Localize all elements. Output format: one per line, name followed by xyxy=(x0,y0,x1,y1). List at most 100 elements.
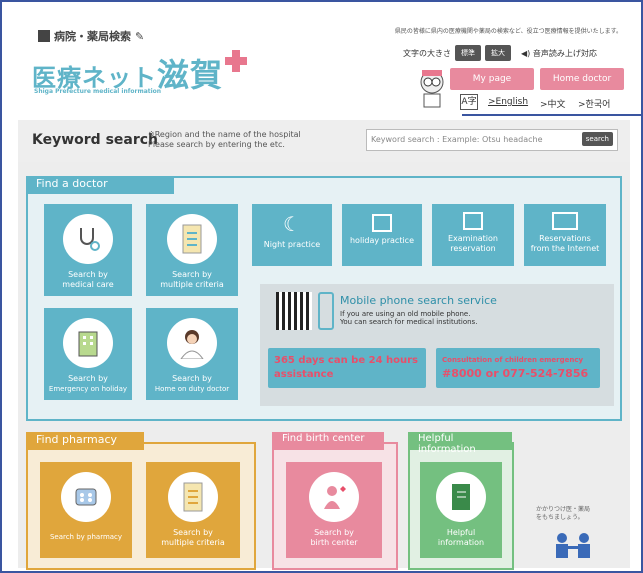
logo-big: 滋賀 xyxy=(157,56,224,94)
book-icon xyxy=(436,472,486,522)
search-by-multiple-criteria-tile[interactable]: Search by multiple criteria xyxy=(146,204,238,296)
tile-label: Search by pharmacy xyxy=(49,533,123,541)
monitor-icon xyxy=(552,212,578,230)
plus-icon xyxy=(225,50,248,72)
search-input[interactable]: Keyword search : Example: Otsu headache xyxy=(366,129,618,151)
search-by-birth-center-tile[interactable]: Search by birth center xyxy=(286,462,382,558)
side-text-line2: をもちましょう。 xyxy=(536,514,584,521)
calendar-check-icon xyxy=(372,214,392,232)
tile-label-line2: multiple criteria xyxy=(161,538,225,547)
tile-label: Night practice xyxy=(263,240,321,249)
tile-label: Reservations from the Internet xyxy=(531,234,600,254)
stethoscope-icon xyxy=(63,214,113,264)
search-by-home-duty-doctor-tile[interactable]: Search by Home on duty doctor xyxy=(146,308,238,400)
lang-chinese-link[interactable]: >中文 xyxy=(540,97,566,110)
alert2-line1: Consultation of children emergency xyxy=(442,356,584,364)
checklist-icon xyxy=(167,214,217,264)
doctor-icon xyxy=(167,318,217,368)
search-by-pharmacy-tile[interactable]: Search by pharmacy xyxy=(40,462,132,558)
tile-label-line2: multiple criteria xyxy=(160,280,224,289)
find-birth-center-tab: Find birth center xyxy=(272,432,384,450)
tile-label-line1: Search by xyxy=(173,528,213,537)
page: 病院・薬局検索 ✎ 医療ネット滋賀 Shiga Prefecture medic… xyxy=(18,8,643,570)
search-by-emergency-holiday-tile[interactable]: Search by Emergency on holiday xyxy=(44,308,132,400)
tile-label-line1: Search by xyxy=(68,270,108,279)
qr-code-icon xyxy=(276,292,312,330)
keyword-search-title: Keyword search xyxy=(32,132,159,148)
find-doctor-tab: Find a doctor xyxy=(26,176,174,194)
24h-assistance-banner[interactable]: 365 days can be 24 hours assistance xyxy=(268,348,426,388)
my-page-button[interactable]: My page xyxy=(450,68,534,90)
tile-label: Search by Home on duty doctor xyxy=(155,374,229,394)
building-icon xyxy=(38,30,50,42)
family-doctor-note: かかりつけ医・薬局 をもちましょう。 xyxy=(536,506,590,522)
tile-label: Helpful information xyxy=(438,528,484,548)
tile-label-line1: Examination xyxy=(447,234,498,243)
tile-label-line2: Emergency on holiday xyxy=(48,385,128,393)
mobile-line2: You can search for medical institutions. xyxy=(340,318,478,326)
tile-label-line2: medical care xyxy=(62,280,114,289)
search-by-medical-care-tile[interactable]: Search by medical care xyxy=(44,204,132,296)
holiday-practice-tile[interactable]: holiday practice xyxy=(342,204,422,266)
night-practice-tile[interactable]: ☾ Night practice xyxy=(252,204,332,266)
speaker-icon: ◀) xyxy=(521,48,531,58)
tile-label-line2: birth center xyxy=(310,538,358,547)
helpful-information-tab: Helpful information xyxy=(408,432,512,455)
mobile-description: If you are using an old mobile phone. Yo… xyxy=(340,310,477,326)
tile-label-line1: Search by xyxy=(314,528,354,537)
tile-label: Search by Emergency on holiday xyxy=(49,374,127,394)
mobile-search-panel[interactable]: Mobile phone search service If you are u… xyxy=(260,284,614,406)
hospital-icon xyxy=(63,318,113,368)
lang-underline xyxy=(462,114,643,116)
tile-label: Search by birth center xyxy=(310,528,357,548)
translate-icon: A字 xyxy=(460,94,478,110)
tile-label: holiday practice xyxy=(349,236,414,245)
tile-label: Examination reservation xyxy=(448,234,498,254)
tile-label: Search by multiple criteria xyxy=(161,528,225,548)
tile-label-line1: Search by xyxy=(172,270,212,279)
mobile-phone-icon xyxy=(318,292,334,330)
tile-label-line1: Helpful xyxy=(446,528,476,537)
internet-reservation-tile[interactable]: Reservations from the Internet xyxy=(524,204,606,266)
pills-icon xyxy=(61,472,111,522)
keyword-search-note: ※Region and the name of the hospital Ple… xyxy=(148,130,301,150)
pen-icon: ✎ xyxy=(135,29,145,43)
alert1-line2: assistance xyxy=(274,369,334,380)
alert2-line2: #8000 or 077-524-7856 xyxy=(442,367,589,380)
home-doctor-button[interactable]: Home doctor xyxy=(540,68,624,90)
side-text-line1: かかりつけ医・薬局 xyxy=(536,506,591,513)
helpful-information-tile[interactable]: Helpful information xyxy=(420,462,502,558)
tile-label-line2: from the Internet xyxy=(530,244,600,253)
mobile-line1: If you are using an old mobile phone. xyxy=(340,310,471,318)
keyword-search-bar: Keyword search ※Region and the name of t… xyxy=(18,120,630,162)
find-pharmacy-tab: Find pharmacy xyxy=(26,432,144,450)
font-size-control: 文字の大きさ 標準 拡大 ◀) 音声読み上げ対応 xyxy=(403,45,597,61)
brand-subtitle: Shiga Prefecture medical information xyxy=(34,88,162,95)
tile-label-line2: Home on duty doctor xyxy=(154,385,230,393)
people-icon xyxy=(556,533,590,558)
tile-label: Search by multiple criteria xyxy=(160,270,224,290)
brand-top-label: 病院・薬局検索 xyxy=(54,30,131,43)
tile-label-line1: Search by xyxy=(172,374,212,383)
keyword-note-line1: ※Region and the name of the hospital xyxy=(148,130,301,139)
lang-korean-link[interactable]: >한국어 xyxy=(578,97,610,110)
search-button[interactable]: search xyxy=(581,132,613,146)
font-large-button[interactable]: 拡大 xyxy=(485,45,511,61)
tile-label-line2: reservation xyxy=(450,244,496,253)
header-note: 県民の皆様に県内の医療機関や薬局の検索など、役立つ医療情報を提供いたします。 xyxy=(394,28,622,35)
pharmacy-multiple-criteria-tile[interactable]: Search by multiple criteria xyxy=(146,462,240,558)
tile-label-line1: Reservations xyxy=(539,234,591,243)
examination-reservation-tile[interactable]: Examination reservation xyxy=(432,204,514,266)
tile-label: Search by medical care xyxy=(62,270,113,290)
checklist-icon xyxy=(168,472,218,522)
tile-label-line1: Search by xyxy=(68,374,108,383)
font-size-label: 文字の大きさ xyxy=(403,48,451,58)
font-standard-button[interactable]: 標準 xyxy=(455,45,481,61)
audio-label: 音声読み上げ対応 xyxy=(532,48,597,58)
child-emergency-banner[interactable]: Consultation of children emergency #8000… xyxy=(436,348,600,388)
keyword-note-line2: Please search by entering the etc. xyxy=(148,140,285,149)
audio-link[interactable]: ◀) 音声読み上げ対応 xyxy=(521,48,597,59)
alert1-line1: 365 days can be 24 hours xyxy=(274,355,418,366)
lang-english-link[interactable]: >English xyxy=(488,97,528,107)
mobile-title: Mobile phone search service xyxy=(340,294,497,307)
